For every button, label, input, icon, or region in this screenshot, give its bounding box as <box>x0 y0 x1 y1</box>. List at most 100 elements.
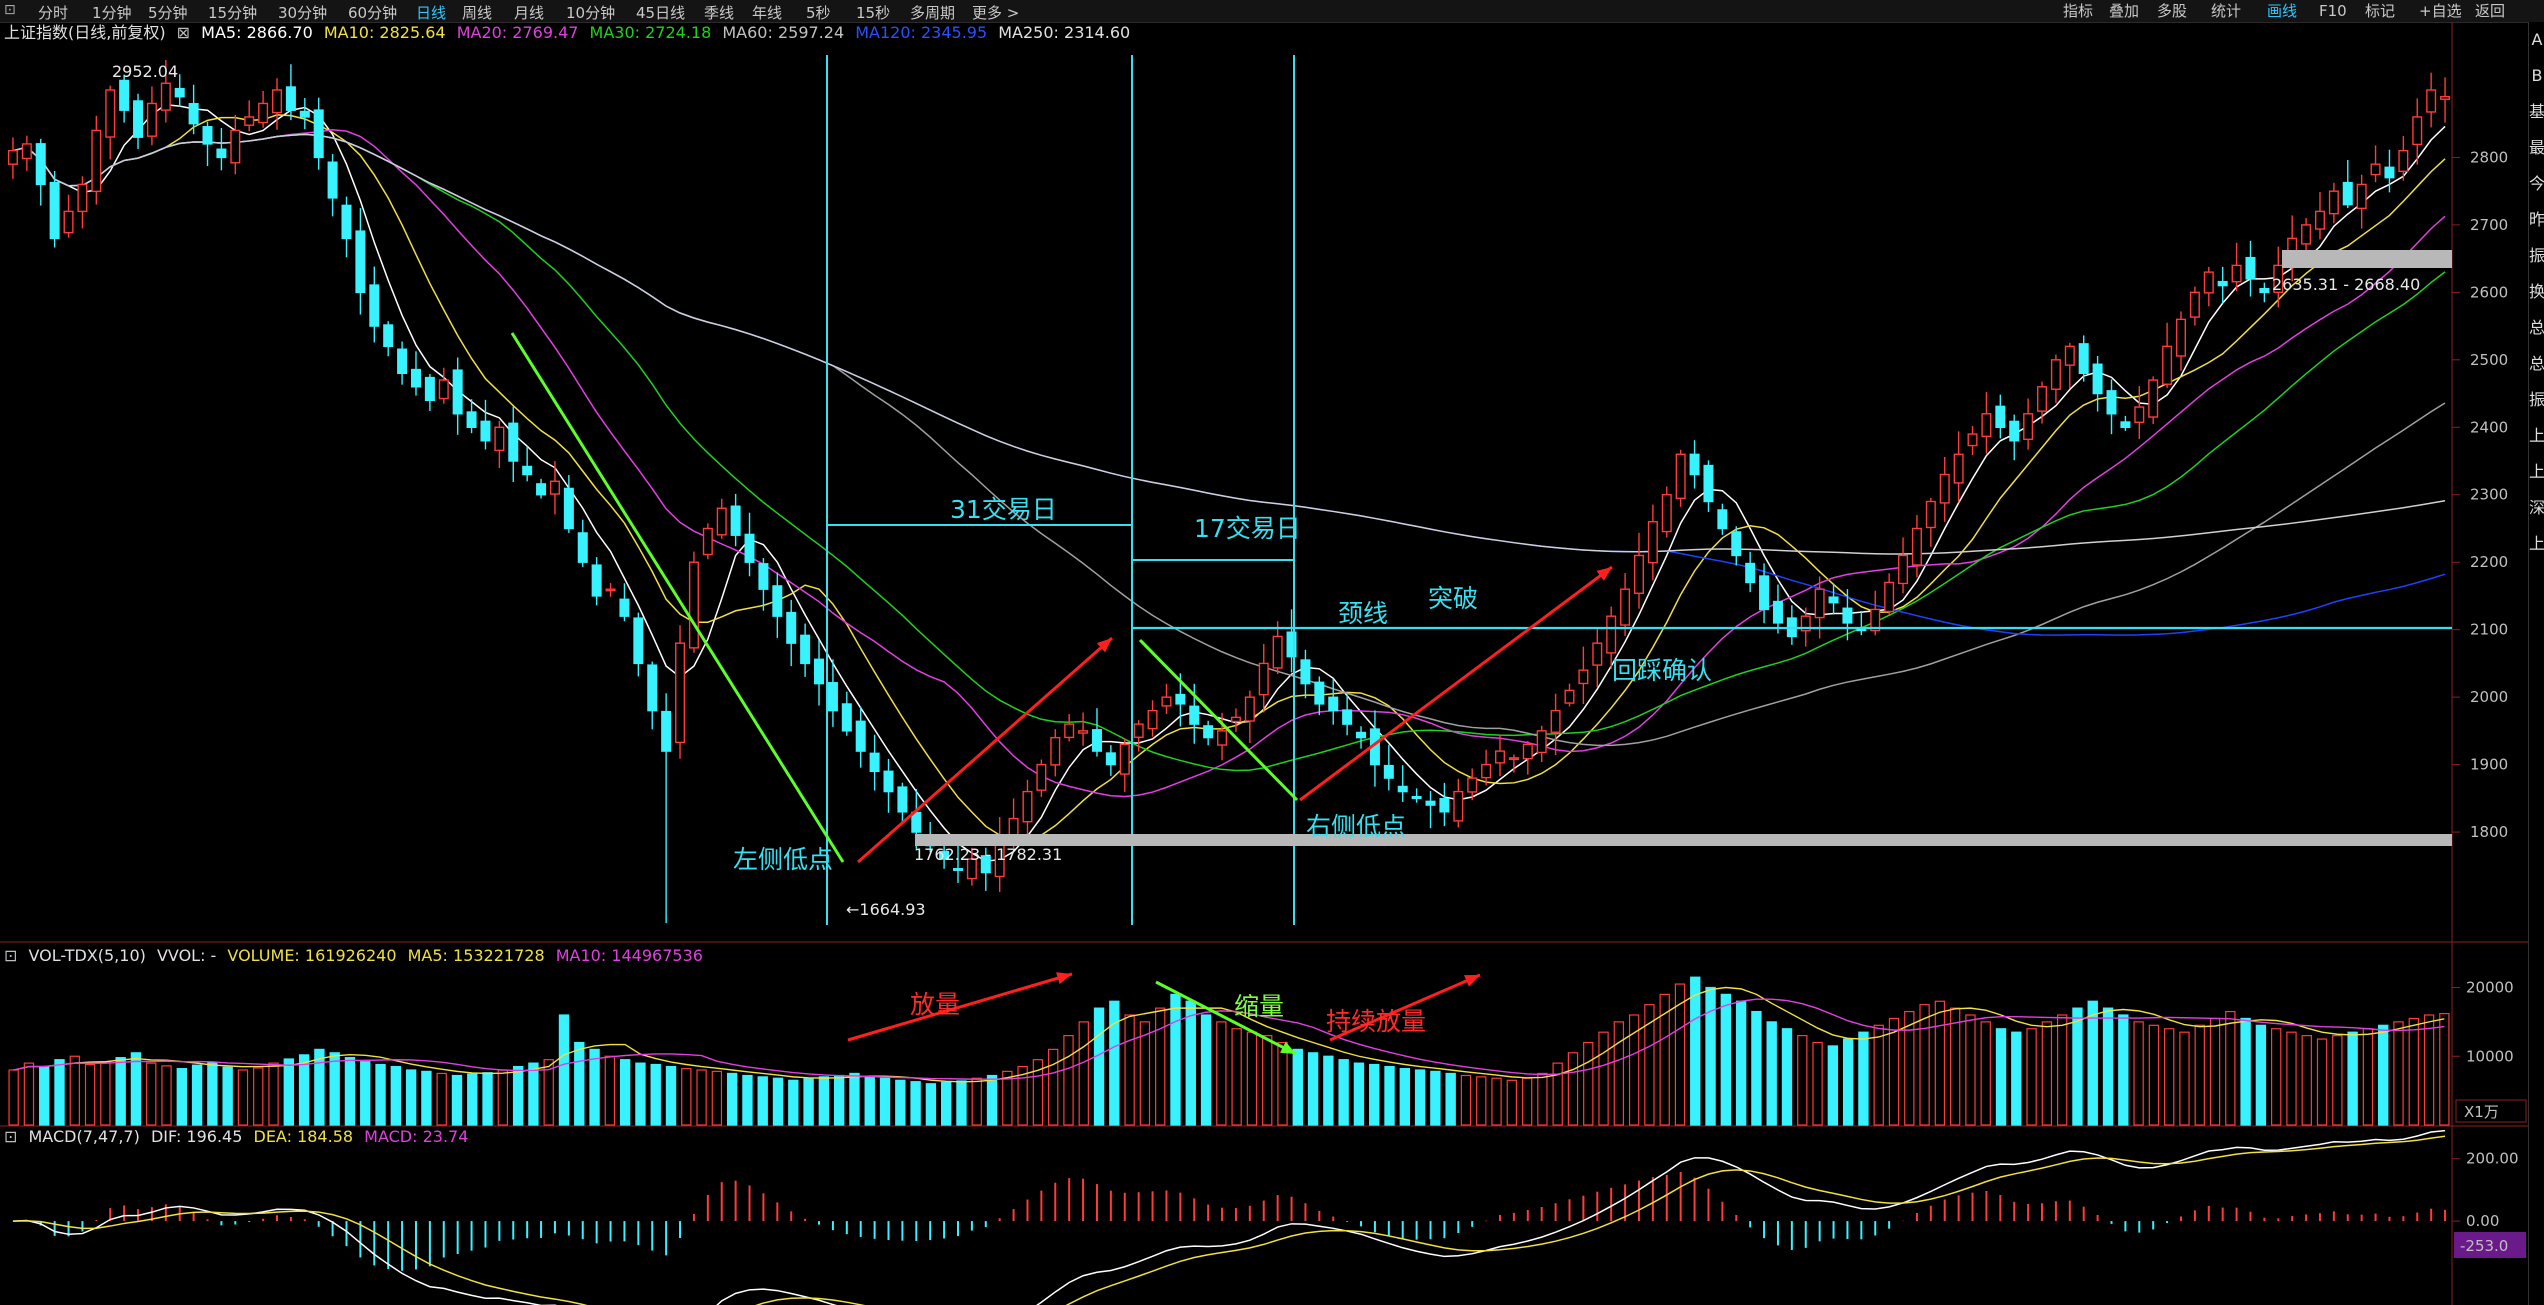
candle-body <box>536 483 547 496</box>
volume-tick-label: 10000 <box>2466 1047 2514 1065</box>
volume-bar <box>2393 1021 2404 1126</box>
volume-bar <box>1888 1017 1900 1126</box>
right-low-label: 右侧低点 <box>1306 812 1406 841</box>
candle-body <box>49 181 60 240</box>
volume-bar <box>1476 1076 1487 1126</box>
candle-body <box>2037 386 2048 412</box>
candle-body <box>730 505 741 536</box>
candle-body <box>1425 800 1436 806</box>
volume-bar <box>1277 1041 1288 1126</box>
volume-bar <box>849 1072 860 1126</box>
volume-bar <box>1552 1062 1563 1126</box>
volume-bar <box>1246 1031 1258 1126</box>
vol-unit-label: X1万 <box>2464 1103 2499 1121</box>
candle-body <box>1661 494 1672 533</box>
volume-bar <box>2316 1038 2328 1126</box>
side-strip-item: 深 <box>2529 498 2544 517</box>
side-strip-item: 总 <box>2529 354 2544 373</box>
candle-body <box>1967 433 1978 447</box>
volume-bar <box>1338 1059 1349 1126</box>
volume-bar <box>2286 1031 2297 1126</box>
candle-body <box>1147 709 1158 730</box>
candle-body <box>2440 96 2451 100</box>
price-tick-label: 2200 <box>2470 553 2508 571</box>
candle-body <box>285 86 296 111</box>
volume-bar <box>604 1055 616 1126</box>
volume-bar <box>1919 1004 1930 1126</box>
breakout-arrow-head <box>1596 567 1612 581</box>
dea-line <box>12 1135 2446 1305</box>
candle-body <box>744 533 755 563</box>
candle-body <box>2314 210 2325 230</box>
candle-body <box>1356 731 1367 739</box>
candle-body <box>1550 709 1561 733</box>
candle-body <box>952 868 964 871</box>
candle-body <box>2120 421 2131 428</box>
side-strip-item: 最 <box>2529 138 2544 157</box>
volume-bar <box>1262 1035 1273 1126</box>
side-strip-item: 振 <box>2529 390 2544 409</box>
volume-bar <box>191 1064 203 1126</box>
volume-bar <box>1766 1021 1777 1126</box>
volume-bar <box>1751 1010 1762 1126</box>
volume-bar <box>1690 976 1701 1126</box>
volume-bar <box>818 1076 830 1126</box>
candle-body <box>911 811 922 833</box>
candle-body <box>647 664 658 712</box>
volume-bar <box>360 1061 371 1126</box>
volume-bar <box>1093 1007 1105 1126</box>
candle-body <box>494 426 505 452</box>
rise-arrow <box>857 636 1113 864</box>
candle-body <box>1133 723 1144 738</box>
candle-body <box>702 527 713 556</box>
candle-body <box>271 89 283 114</box>
stock-chart[interactable]: 1800 1900 2000 2100 2200 2300 2400 2500 2600 2700… <box>0 0 2528 1305</box>
candle-body <box>2050 359 2061 390</box>
volume-bar <box>2087 1000 2098 1126</box>
candle-body <box>800 634 811 665</box>
candle-body <box>2092 363 2103 395</box>
candle-body <box>1230 716 1241 723</box>
ma30-line <box>12 133 2446 772</box>
price-tick-label: 1800 <box>2470 823 2508 841</box>
candle-body <box>508 422 519 462</box>
volume-bar <box>574 1041 585 1126</box>
side-strip-item: 上 <box>2529 534 2544 553</box>
volume-bar <box>971 1077 982 1126</box>
candle-body <box>21 143 32 160</box>
volume-bar <box>1567 1052 1579 1126</box>
candle-body <box>1842 607 1853 624</box>
volume-bar <box>2423 1014 2435 1126</box>
volume-bar <box>268 1062 279 1126</box>
candle-body <box>355 230 366 294</box>
volume-bar <box>1063 1035 1074 1126</box>
candle-body <box>230 129 241 164</box>
candle-body <box>2356 183 2367 210</box>
volume-bar <box>69 1055 80 1126</box>
candle-body <box>633 617 644 665</box>
candle-body <box>35 143 46 186</box>
candle-body <box>2398 149 2409 172</box>
candle-body <box>299 110 310 118</box>
price-tick-label: 2000 <box>2470 688 2508 706</box>
volume-bar <box>1995 1028 2007 1126</box>
downtrend-line <box>510 332 845 863</box>
volume-bar <box>1583 1041 1594 1126</box>
volume-bar <box>1873 1024 1884 1126</box>
candle-body <box>341 204 352 240</box>
candle-body <box>160 82 171 111</box>
candle-body <box>1578 669 1589 685</box>
volume-bar <box>2255 1024 2267 1126</box>
volume-bar <box>176 1068 187 1126</box>
volume-bar <box>635 1062 646 1126</box>
candle-body <box>1453 790 1464 822</box>
volume-bar <box>283 1058 295 1126</box>
volume-bar <box>1231 1028 1242 1126</box>
candle-body <box>174 87 185 98</box>
volume-bar <box>2072 1007 2083 1126</box>
volume-bar <box>2118 1014 2129 1126</box>
volume-bar <box>681 1068 692 1126</box>
side-strip-item: B <box>2531 66 2543 85</box>
candle-body <box>549 480 560 495</box>
volume-bar <box>665 1065 677 1126</box>
